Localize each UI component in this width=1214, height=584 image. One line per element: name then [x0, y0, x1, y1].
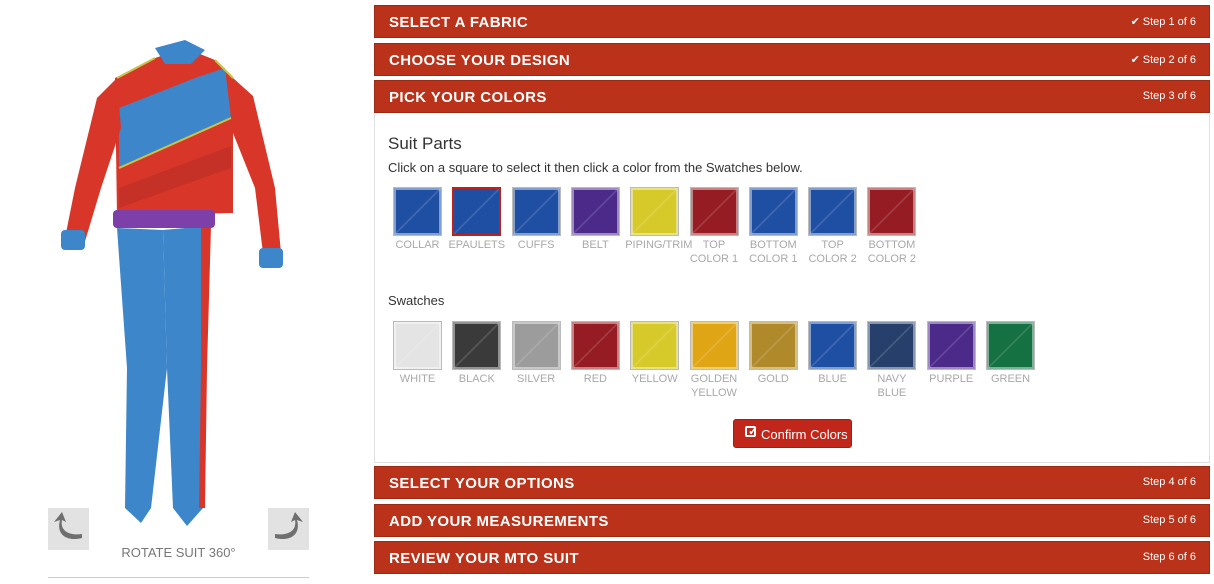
step-select-fabric[interactable]: SELECT A FABRIC ✔ Step 1 of 6: [374, 5, 1210, 38]
swatch-label: GREEN: [990, 373, 1031, 385]
swatch-label: RED: [583, 373, 607, 385]
step-pick-colors[interactable]: PICK YOUR COLORS Step 3 of 6: [374, 80, 1210, 113]
rotate-right-button[interactable]: [268, 508, 309, 550]
suit-part-label: BOTTOM COLOR 1: [749, 239, 798, 265]
swatch-white[interactable]: WHITE: [388, 321, 447, 386]
color-square[interactable]: [689, 187, 739, 236]
step-indicator: ✔ Step 1 of 6: [1130, 16, 1196, 28]
swatch-green[interactable]: GREEN: [981, 321, 1040, 386]
suit-part-top-color-1[interactable]: TOP COLOR 1: [685, 187, 744, 266]
divider: [48, 577, 309, 578]
swatch-yellow[interactable]: YELLOW: [625, 321, 684, 386]
step-title: ADD YOUR MEASUREMENTS: [389, 513, 609, 530]
checkmark-icon: ✔: [1130, 16, 1140, 28]
step-indicator: ✔ Step 2 of 6: [1130, 54, 1196, 66]
suit-part-label: BELT: [582, 239, 609, 251]
swatch-purple[interactable]: PURPLE: [922, 321, 981, 386]
swatch-label: YELLOW: [631, 373, 678, 385]
suit-part-label: PIPING/TRIM: [625, 239, 693, 251]
suit-part-label: TOP COLOR 2: [808, 239, 857, 265]
swatch-gold[interactable]: GOLD: [744, 321, 803, 386]
color-square[interactable]: [748, 321, 798, 370]
swatch-label: PURPLE: [929, 373, 974, 385]
step-indicator: Step 3 of 6: [1142, 90, 1196, 102]
swatch-black[interactable]: BLACK: [447, 321, 506, 386]
rotate-left-arrow-icon: [54, 512, 82, 540]
suit-part-top-color-2[interactable]: TOP COLOR 2: [803, 187, 862, 266]
step-indicator: Step 4 of 6: [1142, 476, 1196, 488]
color-square[interactable]: [630, 187, 680, 236]
confirm-colors-button[interactable]: ✓ Confirm Colors: [733, 419, 852, 448]
step-title: SELECT YOUR OPTIONS: [389, 475, 575, 492]
color-square[interactable]: [926, 321, 976, 370]
swatch-label: NAVY BLUE: [877, 373, 907, 399]
color-square[interactable]: [867, 187, 917, 236]
color-square[interactable]: [808, 187, 858, 236]
rotate-left-button[interactable]: [48, 508, 89, 550]
color-square[interactable]: [511, 187, 561, 236]
swatch-label: BLUE: [818, 373, 847, 385]
color-square[interactable]: [393, 321, 442, 370]
swatch-red[interactable]: RED: [566, 321, 625, 386]
swatch-label: BLACK: [458, 373, 495, 385]
suit-part-collar[interactable]: COLLAR: [388, 187, 447, 252]
suit-part-label: COLLAR: [395, 239, 440, 251]
swatch-navy-blue[interactable]: NAVY BLUE: [862, 321, 921, 400]
suit-preview-image: [61, 40, 283, 526]
step-title: PICK YOUR COLORS: [389, 89, 547, 106]
color-square[interactable]: [452, 187, 502, 236]
suit-part-label: TOP COLOR 1: [689, 239, 739, 265]
step-title: REVIEW YOUR MTO SUIT: [389, 550, 579, 567]
instruction-text: Click on a square to select it then clic…: [388, 160, 803, 175]
color-square[interactable]: [511, 321, 561, 370]
swatch-label: WHITE: [399, 373, 436, 385]
color-square[interactable]: [393, 187, 442, 236]
suit-part-label: CUFFS: [517, 239, 555, 251]
checkmark-icon: ✔: [1130, 54, 1140, 66]
color-square[interactable]: [986, 321, 1035, 370]
swatch-label: GOLD: [757, 373, 789, 385]
step-select-options[interactable]: SELECT YOUR OPTIONS Step 4 of 6: [374, 466, 1210, 499]
swatch-golden-yellow[interactable]: GOLDEN YELLOW: [685, 321, 744, 400]
color-square[interactable]: [808, 321, 858, 370]
suit-part-piping-trim[interactable]: PIPING/TRIM: [625, 187, 693, 252]
suit-part-belt[interactable]: BELT: [566, 187, 625, 252]
color-square[interactable]: [689, 321, 739, 370]
suit-part-label: BOTTOM COLOR 2: [867, 239, 917, 265]
rotate-right-arrow-icon: [275, 512, 303, 540]
suit-part-label: EPAULETS: [448, 239, 506, 251]
swatch-label: GOLDEN YELLOW: [690, 373, 738, 399]
step-indicator: Step 6 of 6: [1142, 551, 1196, 563]
suit-part-bottom-color-2[interactable]: BOTTOM COLOR 2: [862, 187, 921, 266]
step-add-measurements[interactable]: ADD YOUR MEASUREMENTS Step 5 of 6: [374, 504, 1210, 537]
color-square[interactable]: [748, 187, 798, 236]
color-square[interactable]: [867, 321, 917, 370]
color-square[interactable]: [452, 321, 502, 370]
color-square[interactable]: [570, 321, 620, 370]
rotate-suit-label: ROTATE SUIT 360°: [121, 545, 236, 560]
swatch-label: SILVER: [516, 373, 556, 385]
step-choose-design[interactable]: CHOOSE YOUR DESIGN ✔ Step 2 of 6: [374, 43, 1210, 76]
swatch-blue[interactable]: BLUE: [803, 321, 862, 386]
suit-viewer: ROTATE SUIT 360°: [0, 0, 360, 584]
color-square[interactable]: [570, 187, 620, 236]
step-title: SELECT A FABRIC: [389, 14, 529, 31]
suit-part-cuffs[interactable]: CUFFS: [507, 187, 566, 252]
suit-parts-heading: Suit Parts: [388, 134, 462, 153]
step-indicator: Step 5 of 6: [1142, 514, 1196, 526]
step-review-suit[interactable]: REVIEW YOUR MTO SUIT Step 6 of 6: [374, 541, 1210, 574]
suit-part-epaulets[interactable]: EPAULETS: [447, 187, 506, 252]
color-square[interactable]: [630, 321, 680, 370]
swatches-heading: Swatches: [388, 293, 445, 308]
suit-part-bottom-color-1[interactable]: BOTTOM COLOR 1: [744, 187, 803, 266]
swatch-silver[interactable]: SILVER: [507, 321, 566, 386]
step-title: CHOOSE YOUR DESIGN: [389, 52, 571, 69]
